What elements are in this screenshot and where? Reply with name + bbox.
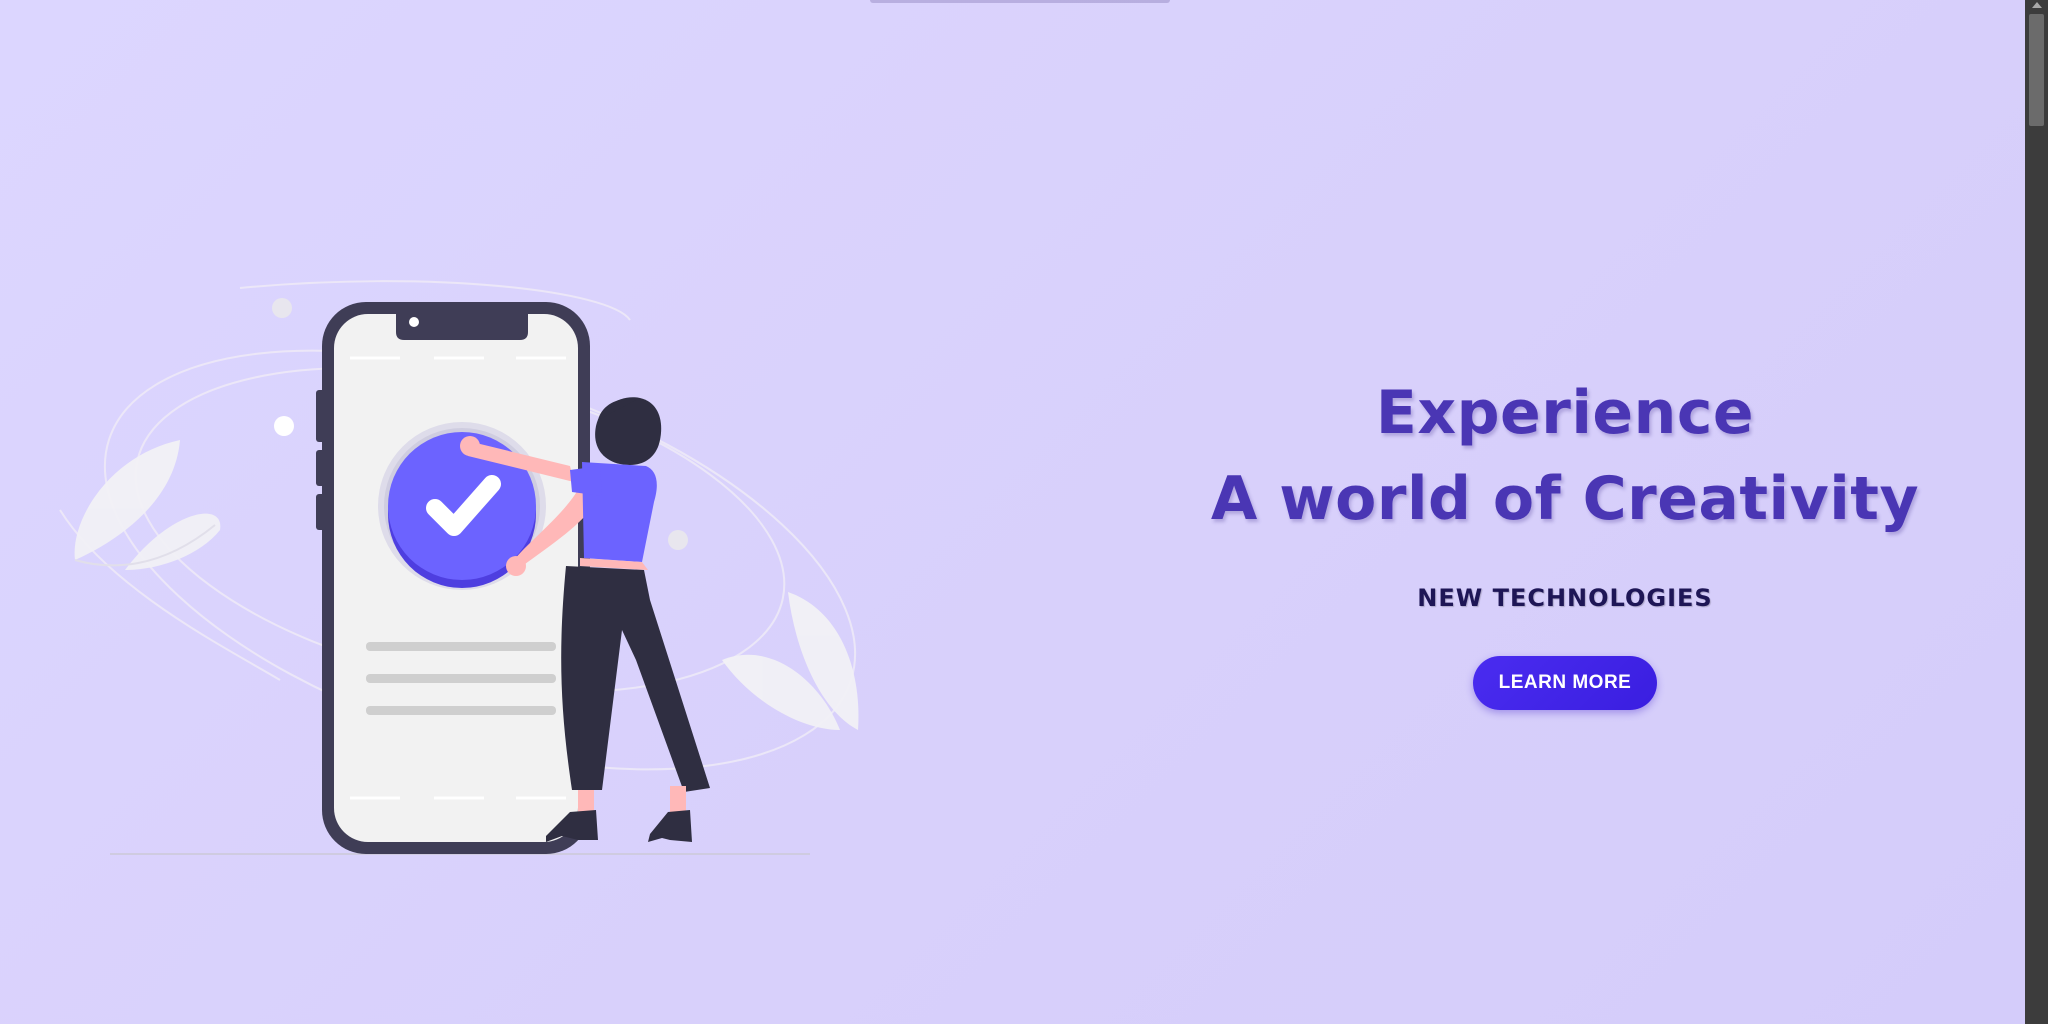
leaf-decor-right: [722, 592, 859, 730]
headline-line-1: Experience: [1375, 378, 1755, 448]
hero-subheading: NEW TECHNOLOGIES: [1417, 584, 1713, 612]
phone-illustration: [316, 302, 590, 854]
headline-line-2: A world of Creativity: [1210, 464, 1920, 534]
phone-checkmark-illustration: [50, 270, 880, 870]
hero-headline: Experience A world of Creativity: [1180, 370, 1950, 542]
vertical-scrollbar[interactable]: [2025, 0, 2048, 1024]
decor-dot: [668, 530, 688, 550]
hero-section: Experience A world of Creativity NEW TEC…: [0, 0, 2025, 1024]
scroll-up-arrow-icon[interactable]: [2032, 2, 2042, 8]
scrollbar-thumb[interactable]: [2029, 14, 2044, 126]
learn-more-button[interactable]: LEARN MORE: [1472, 656, 1658, 710]
hero-content: Experience A world of Creativity NEW TEC…: [1180, 370, 1950, 710]
leaf-decor-left: [74, 440, 221, 570]
decor-dot: [274, 416, 294, 436]
decor-dot: [272, 298, 292, 318]
